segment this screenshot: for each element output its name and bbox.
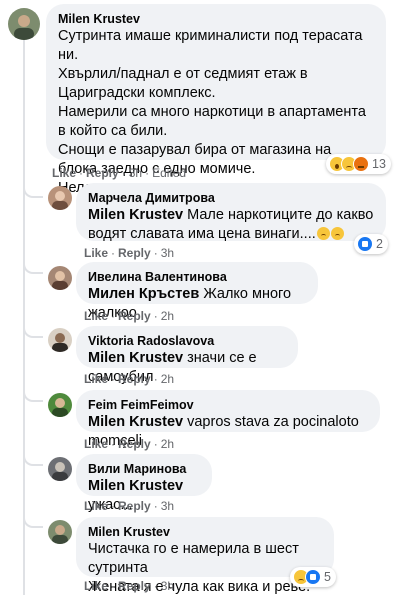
thread-branch [23,384,43,402]
thread-branch [23,256,43,274]
reply-link[interactable]: Reply [118,499,151,513]
thread-branch [23,448,43,466]
reaction-summary[interactable]: 5 [290,567,336,587]
comment-bubble: Milen Krustev Сутринта имаше криминалист… [46,4,386,196]
reply-link[interactable]: Reply [86,166,119,180]
reply-actions: Like · Reply · 3h [84,246,175,260]
mention-link[interactable]: Milen Krustev [88,207,183,223]
angry-emoji-icon [353,156,369,172]
avatar[interactable] [48,328,72,352]
like-link[interactable]: Like [84,437,108,451]
reply-link[interactable]: Reply [118,246,151,260]
timestamp[interactable]: 3h [161,246,174,260]
reply-text: Milen Krustev Мале наркотиците до какво … [88,207,374,242]
like-link[interactable]: Like [84,246,108,260]
reply-author[interactable]: Feim FeimFeimov [88,397,368,413]
reaction-count: 2 [376,237,383,251]
reply-bubble: Viktoria Radoslavova Milen Krustev значи… [76,326,298,385]
like-link[interactable]: Like [52,166,76,180]
timestamp[interactable]: 3h [129,166,142,180]
reply-link[interactable]: Reply [118,437,151,451]
like-emoji-icon [305,569,321,585]
reply-bubble: Feim FeimFeimov Milen Krustev vapros sta… [76,390,380,449]
reply-bubble: Вили Маринова Milen Krustev ужас... [76,454,212,513]
reaction-count: 5 [324,570,331,584]
thread-branch [23,320,43,338]
reply-author[interactable]: Ивелина Валентинова [88,269,306,285]
comment-actions: Like · Reply · 3h · Edited [52,166,187,180]
reply-author[interactable]: Вили Маринова [88,461,200,477]
reply-actions: Like · Reply · 2h [84,437,175,451]
mention-link[interactable]: Милен Кръстев [88,286,199,302]
reply-actions: Like · Reply · 3h [84,499,175,513]
mention-link[interactable]: Milen Krustev [88,478,183,494]
like-link[interactable]: Like [84,309,108,323]
thread-branch [23,510,43,528]
reply-bubble: Ивелина Валентинова Милен Кръстев Жалко … [76,262,318,321]
reaction-count: 13 [372,157,386,171]
reply-link[interactable]: Reply [118,372,151,386]
reply-author[interactable]: Марчела Димитрова [88,190,374,206]
reply-actions: Like · Reply · 3h [84,579,175,593]
mention-link[interactable]: Milen Krustev [88,414,183,430]
like-link[interactable]: Like [84,579,108,593]
sad-emoji-icon [330,227,344,240]
reply-actions: Like · Reply · 2h [84,372,175,386]
reaction-summary[interactable]: 2 [354,234,388,254]
avatar[interactable] [48,393,72,417]
reply-actions: Like · Reply · 2h [84,309,175,323]
timestamp[interactable]: 2h [161,372,174,386]
like-link[interactable]: Like [84,372,108,386]
avatar[interactable] [8,8,40,40]
avatar[interactable] [48,266,72,290]
mention-link[interactable]: Milen Krustev [88,350,183,366]
avatar[interactable] [48,457,72,481]
comment-author[interactable]: Milen Krustev [58,11,374,27]
reply-bubble: Марчела Димитрова Milen Krustev Мале нар… [76,183,386,242]
timestamp[interactable]: 2h [161,309,174,323]
avatar[interactable] [48,520,72,544]
reply-author[interactable]: Milen Krustev [88,524,322,540]
comment-thread: Milen Krustev Сутринта имаше криминалист… [0,0,415,600]
reply-link[interactable]: Reply [118,579,151,593]
reply-link[interactable]: Reply [118,309,151,323]
timestamp[interactable]: 3h [161,499,174,513]
avatar[interactable] [48,186,72,210]
timestamp[interactable]: 3h [161,579,174,593]
like-emoji-icon [357,236,373,252]
sad-emoji-icon [316,227,330,240]
edited-label: Edited [152,166,187,180]
like-link[interactable]: Like [84,499,108,513]
reply-author[interactable]: Viktoria Radoslavova [88,333,286,349]
timestamp[interactable]: 2h [161,437,174,451]
reaction-summary[interactable]: 13 [326,154,391,174]
thread-branch [23,180,43,198]
